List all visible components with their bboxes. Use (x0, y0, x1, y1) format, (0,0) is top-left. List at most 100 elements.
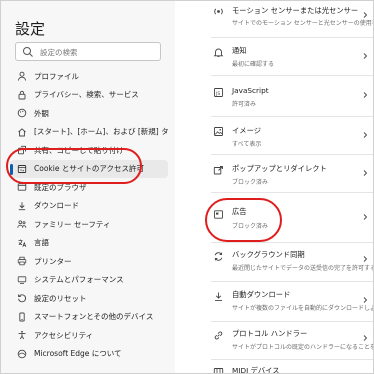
search-icon (23, 47, 33, 57)
chevron-right-icon (363, 335, 368, 341)
printer-icon (17, 256, 27, 266)
permission-subtitle: 最近閉じたサイトでデータの送受信の完了を許可する (232, 265, 374, 272)
sidebar-item-label: Cookie とサイトのアクセス許可 (34, 164, 144, 174)
sidebar-item-languages[interactable]: 言語 (10, 234, 168, 253)
permission-row-automatic-downloads[interactable]: 自動ダウンロード サイトが複数のファイルを自動的にダウンロードしようとしたときに… (201, 282, 373, 322)
accessibility-icon (17, 330, 27, 340)
edge-icon (17, 349, 27, 359)
permission-row-javascript[interactable]: JS JavaScript 許可済み (201, 76, 373, 116)
sidebar-item-label: 設定のリセット (34, 293, 87, 303)
sidebar-item-about[interactable]: Microsoft Edge について (10, 345, 168, 364)
permission-subtitle: ブロック済み (232, 223, 269, 230)
permission-subtitle: 最初に確認する (232, 61, 275, 68)
sidebar-item-label: ファミリー セーフティ (34, 219, 111, 229)
permission-row-popups[interactable]: ポップアップとリダイレクト ブロック済み (201, 155, 373, 193)
person-icon (17, 71, 27, 81)
download-icon (17, 201, 27, 211)
sidebar-item-system[interactable]: システムとパフォーマンス (10, 271, 168, 290)
permission-row-ads[interactable]: 広告 ブロック済み (201, 193, 373, 243)
javascript-icon: JS (213, 87, 224, 98)
permission-title: モーション センサーまたは光センサー (232, 6, 359, 15)
permission-title: MIDI デバイス (232, 366, 280, 374)
chevron-right-icon (363, 214, 368, 220)
sync-icon (213, 251, 224, 262)
svg-text:JS: JS (215, 91, 220, 97)
bell-icon (213, 47, 224, 58)
permission-subtitle: すべて表示 (232, 141, 262, 148)
sidebar-item-privacy[interactable]: プライバシー、検索、サービス (10, 86, 168, 105)
search-input[interactable] (40, 45, 158, 59)
permission-row-background-sync[interactable]: バックグラウンド同期 最近閉じたサイトでデータの送受信の完了を許可する (201, 243, 374, 281)
permission-title: 広告 (232, 207, 247, 216)
permission-title: プロトコル ハンドラー (232, 329, 308, 338)
sidebar-item-label: 言語 (34, 238, 49, 248)
home-icon (17, 127, 27, 137)
permission-title: ポップアップとリダイレクト (232, 164, 327, 173)
sensor-icon (213, 6, 224, 17)
protocol-icon (213, 330, 224, 341)
image-icon (213, 126, 224, 137)
chevron-right-icon (363, 170, 368, 176)
permission-subtitle: サイトがプロトコルの既定のハンドラーになることを許可する (232, 344, 373, 351)
ads-icon (213, 209, 224, 220)
chevron-right-icon (363, 53, 368, 59)
phone-icon (17, 312, 27, 322)
sidebar-item-label: [スタート]、[ホーム]、および [新規] タブ (34, 127, 168, 137)
sidebar-item-default-browser[interactable]: 既定のブラウザ (10, 178, 168, 197)
sidebar-item-share[interactable]: 共有、コピーして貼り付け (10, 141, 168, 160)
permission-row-images[interactable]: イメージ すべて表示 (201, 117, 373, 155)
site-permissions-panel: モーション センサーまたは光センサー サイトでのモーション センサーと光センサー… (201, 1, 374, 374)
sidebar-item-label: システムとパフォーマンス (34, 275, 124, 285)
permission-title: 自動ダウンロード (232, 290, 291, 299)
browser-icon (17, 182, 27, 192)
sidebar-item-label: 外観 (34, 108, 49, 118)
permission-title: イメージ (232, 126, 262, 135)
sidebar-item-start-home[interactable]: [スタート]、[ホーム]、および [新規] タブ (10, 123, 168, 142)
midi-icon (213, 367, 224, 373)
auto-download-icon (213, 291, 224, 302)
sidebar-item-accessibility[interactable]: アクセシビリティ (10, 326, 168, 345)
sidebar-item-label: Microsoft Edge について (34, 349, 122, 359)
permission-row-protocol-handlers[interactable]: プロトコル ハンドラー サイトがプロトコルの既定のハンドラーになることを許可する (201, 322, 373, 360)
sidebar-item-family[interactable]: ファミリー セーフティ (10, 215, 168, 234)
share-icon (17, 145, 27, 155)
permission-row-midi[interactable]: MIDI デバイス (201, 360, 373, 374)
sidebar-item-label: アクセシビリティ (34, 330, 94, 340)
sidebar-item-label: スマートフォンとその他のデバイス (34, 312, 154, 322)
permission-row-motion-sensors[interactable]: モーション センサーまたは光センサー サイトでのモーション センサーと光センサー… (201, 1, 373, 39)
sidebar-item-label: 共有、コピーして貼り付け (34, 145, 124, 155)
sidebar-item-appearance[interactable]: 外観 (10, 104, 168, 123)
permission-subtitle: ブロック済み (232, 179, 269, 186)
sidebar-item-phone[interactable]: スマートフォンとその他のデバイス (10, 308, 168, 327)
settings-sidebar: 設定 プロファイル プライバシー、検索、サービス 外観 (1, 1, 175, 373)
chevron-right-icon (363, 132, 368, 138)
sidebar-item-label: プライバシー、検索、サービス (34, 90, 139, 100)
permission-row-notifications[interactable]: 通知 最初に確認する (201, 38, 373, 76)
sidebar-item-label: ダウンロード (34, 201, 79, 211)
permission-subtitle: サイトでのモーション センサーと光センサーの使用を許可する (232, 20, 373, 27)
lock-icon (17, 90, 27, 100)
reset-icon (17, 293, 27, 303)
sidebar-item-downloads[interactable]: ダウンロード (10, 197, 168, 216)
sidebar-item-cookies[interactable]: Cookie とサイトのアクセス許可 (10, 159, 168, 178)
sidebar-item-reset[interactable]: 設定のリセット (10, 289, 168, 308)
page-title: 設定 (15, 20, 46, 38)
permission-title: バックグラウンド同期 (232, 250, 305, 259)
family-icon (17, 219, 27, 229)
search-box[interactable] (15, 42, 161, 61)
sidebar-nav: プロファイル プライバシー、検索、サービス 外観 [スタート]、[ホーム]、およ… (10, 67, 168, 363)
settings-window: 設定 プロファイル プライバシー、検索、サービス 外観 (0, 0, 374, 374)
appearance-icon (17, 108, 27, 118)
sidebar-item-label: プリンター (34, 256, 72, 266)
system-icon (17, 275, 27, 285)
popup-icon (213, 165, 224, 176)
sidebar-item-label: プロファイル (34, 71, 79, 81)
chevron-right-icon (363, 297, 368, 303)
sidebar-item-printers[interactable]: プリンター (10, 252, 168, 271)
sidebar-item-label: 既定のブラウザ (34, 182, 87, 192)
chevron-right-icon (363, 256, 368, 262)
cookie-icon (17, 164, 27, 174)
sidebar-item-profile[interactable]: プロファイル (10, 67, 168, 86)
permission-subtitle: サイトが複数のファイルを自動的にダウンロードしようとしたときに確認する (232, 305, 373, 312)
permission-subtitle: 許可済み (232, 101, 257, 108)
